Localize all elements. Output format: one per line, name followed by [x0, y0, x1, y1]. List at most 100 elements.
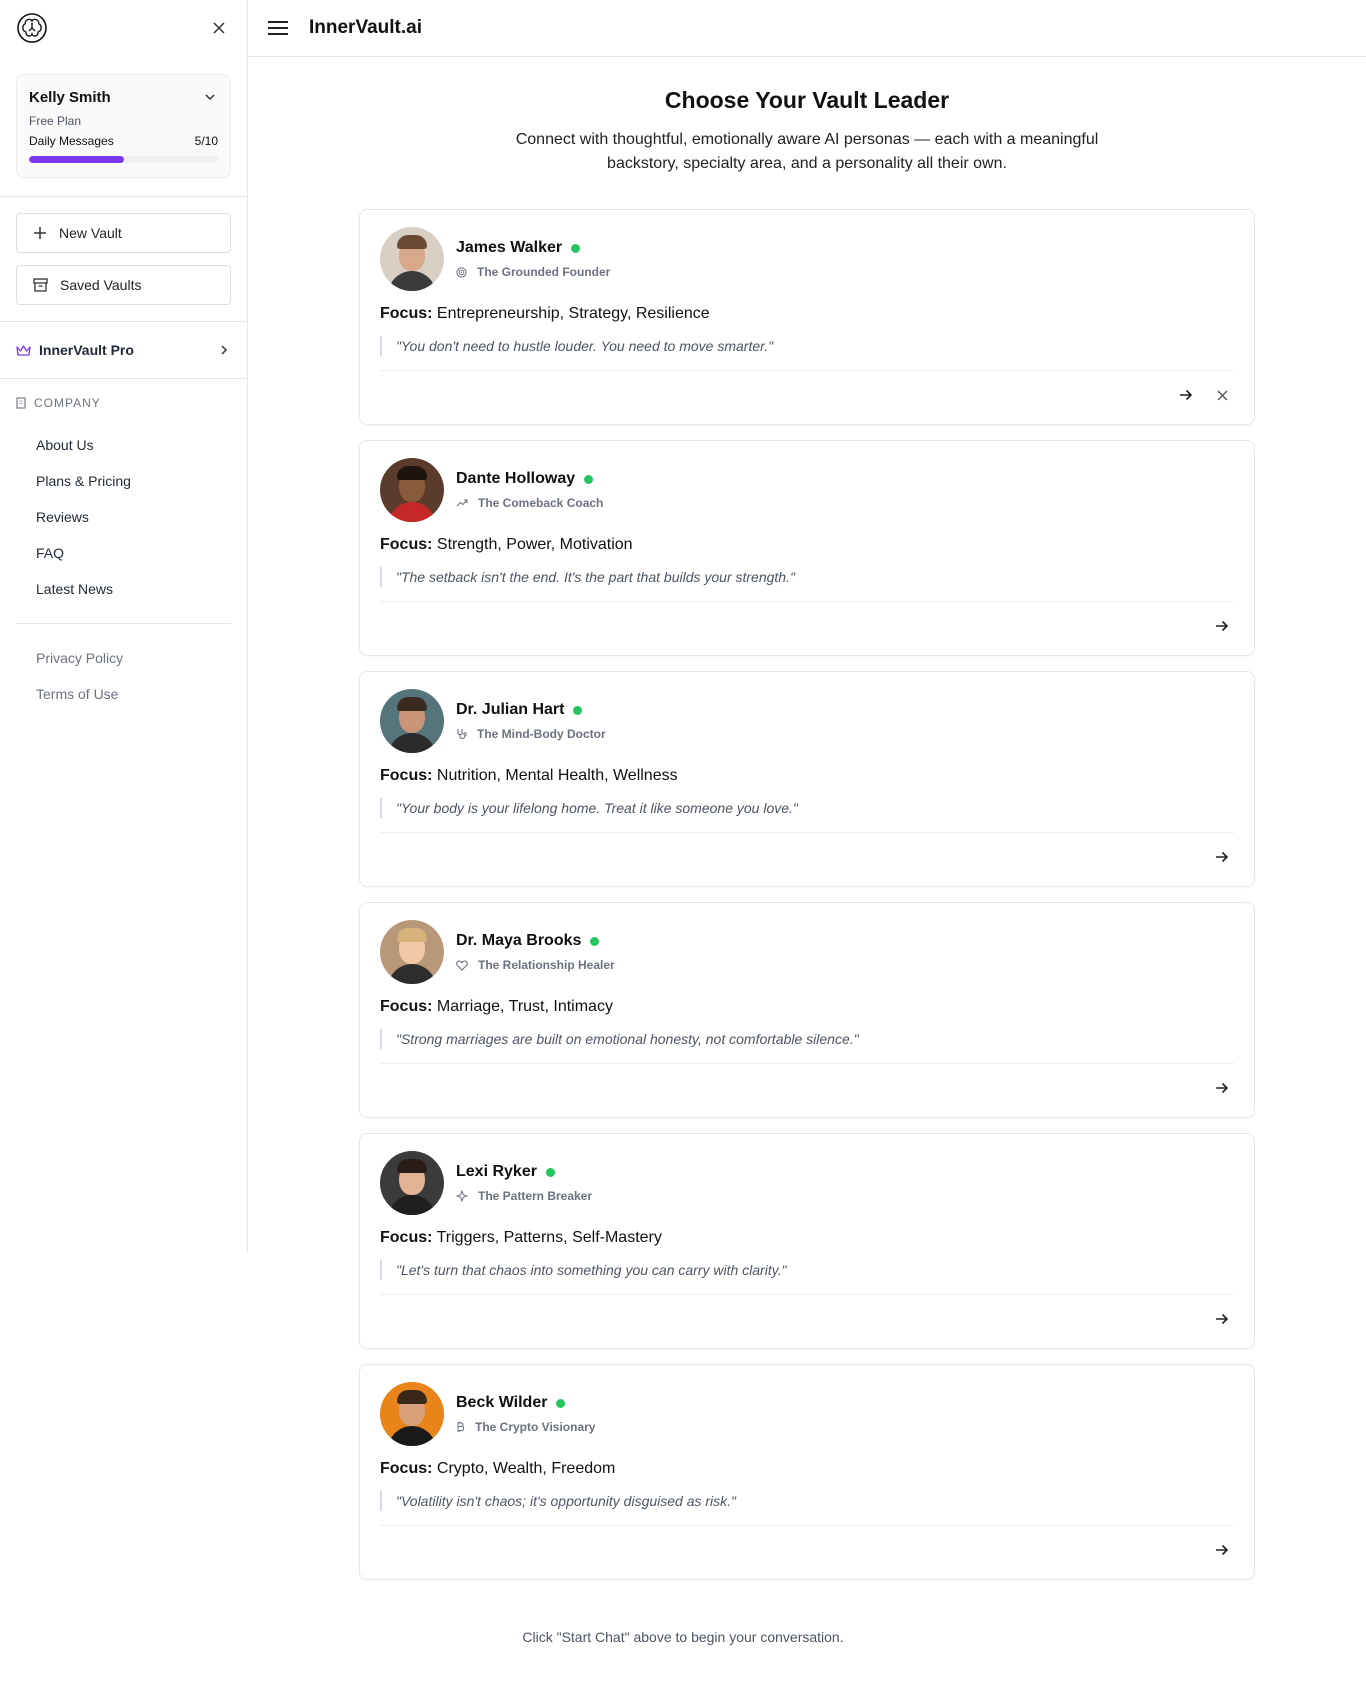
persona-title-row: The Mind-Body Doctor [456, 727, 606, 741]
nav-latest-news[interactable]: Latest News [0, 571, 247, 607]
card-actions [380, 833, 1234, 881]
persona-title-row: The Relationship Healer [456, 958, 615, 972]
persona-focus: Focus: Crypto, Wealth, Freedom [380, 1460, 1234, 1478]
footer-note: Click "Start Chat" above to begin your c… [522, 1629, 844, 1645]
bitcoin-icon [456, 1421, 470, 1433]
nav-faq[interactable]: FAQ [0, 535, 247, 571]
persona-quote: "Your body is your lifelong home. Treat … [380, 798, 1234, 818]
menu-icon[interactable] [266, 16, 290, 40]
persona-info: James Walker The Grounded Founder [456, 239, 610, 279]
start-chat-arrow-icon[interactable] [1210, 1538, 1234, 1562]
daily-messages-progress [29, 156, 218, 163]
persona-list: James Walker The Grounded Founder Focus:… [359, 209, 1255, 1595]
card-actions [380, 371, 1234, 419]
start-chat-arrow-icon[interactable] [1210, 1076, 1234, 1100]
nav-terms-of-use[interactable]: Terms of Use [0, 676, 247, 712]
close-sidebar-icon[interactable] [209, 18, 229, 38]
saved-vaults-label: Saved Vaults [60, 277, 142, 293]
persona-title: The Mind-Body Doctor [477, 727, 606, 741]
persona-title-row: The Comeback Coach [456, 496, 603, 510]
focus-value: Marriage, Trust, Intimacy [436, 998, 613, 1015]
persona-header: Dante Holloway The Comeback Coach [380, 458, 1234, 522]
user-card[interactable]: Kelly Smith Free Plan Daily Messages 5/1… [16, 74, 231, 178]
persona-title: The Pattern Breaker [478, 1189, 593, 1203]
persona-name-row: Dr. Maya Brooks [456, 932, 615, 950]
persona-title: The Comeback Coach [478, 496, 604, 510]
focus-value: Crypto, Wealth, Freedom [436, 1460, 616, 1477]
start-chat-arrow-icon[interactable] [1210, 1307, 1234, 1331]
focus-label: Focus: [380, 305, 433, 322]
persona-header: Dr. Maya Brooks The Relationship Healer [380, 920, 1234, 984]
card-actions [380, 1295, 1234, 1343]
sidebar-top [0, 0, 247, 56]
persona-quote: "Strong marriages are built on emotional… [380, 1029, 1234, 1049]
persona-quote: "You don't need to hustle louder. You ne… [380, 336, 1234, 356]
nav-privacy-policy[interactable]: Privacy Policy [0, 640, 247, 676]
card-actions [380, 1064, 1234, 1112]
persona-quote: "The setback isn't the end. It's the par… [380, 567, 1234, 587]
trending-up-icon [456, 498, 473, 508]
plus-icon [34, 227, 46, 239]
new-vault-button[interactable]: New Vault [16, 213, 231, 253]
focus-label: Focus: [380, 1460, 433, 1477]
online-status-dot [573, 705, 583, 715]
persona-focus: Focus: Entrepreneurship, Strategy, Resil… [380, 305, 1234, 323]
nav-about-us[interactable]: About Us [0, 427, 247, 463]
page-title: Choose Your Vault Leader [664, 87, 950, 113]
persona-info: Dante Holloway The Comeback Coach [456, 470, 603, 510]
heart-icon [456, 959, 473, 971]
chevron-right-icon [221, 345, 228, 355]
persona-card[interactable]: Lexi Ryker The Pattern Breaker Focus: Tr… [359, 1133, 1255, 1349]
persona-title-row: The Crypto Visionary [456, 1420, 595, 1434]
persona-header: Dr. Julian Hart The Mind-Body Doctor [380, 689, 1234, 753]
persona-card[interactable]: James Walker The Grounded Founder Focus:… [359, 209, 1255, 425]
building-icon [16, 397, 26, 409]
avatar [380, 1151, 444, 1215]
persona-name: Dante Holloway [456, 470, 576, 487]
persona-card[interactable]: Dante Holloway The Comeback Coach Focus:… [359, 440, 1255, 656]
persona-name: Lexi Ryker [456, 1163, 537, 1180]
stethoscope-icon [456, 728, 472, 740]
online-status-dot [545, 1167, 555, 1177]
plan-label: Free Plan [29, 114, 82, 128]
persona-title: The Grounded Founder [477, 265, 611, 279]
target-icon [456, 266, 472, 278]
persona-card[interactable]: Dr. Julian Hart The Mind-Body Doctor Foc… [359, 671, 1255, 887]
persona-name-row: Dante Holloway [456, 470, 603, 488]
page-subtitle: Connect with thoughtful, emotionally awa… [515, 131, 1099, 172]
brain-logo-icon[interactable] [16, 12, 48, 44]
persona-focus: Focus: Triggers, Patterns, Self-Mastery [380, 1229, 1234, 1247]
nav-plans-pricing[interactable]: Plans & Pricing [0, 463, 247, 499]
persona-info: Beck Wilder The Crypto Visionary [456, 1394, 595, 1434]
persona-focus: Focus: Nutrition, Mental Health, Wellnes… [380, 767, 1234, 785]
persona-name-row: Lexi Ryker [456, 1163, 592, 1181]
persona-focus: Focus: Marriage, Trust, Intimacy [380, 998, 1234, 1016]
card-actions [380, 1526, 1234, 1574]
persona-title: The Crypto Visionary [475, 1420, 596, 1434]
saved-vaults-button[interactable]: Saved Vaults [16, 265, 231, 305]
avatar [380, 227, 444, 291]
user-name: Kelly Smith [29, 89, 111, 106]
persona-card[interactable]: Beck Wilder The Crypto Visionary Focus: … [359, 1364, 1255, 1580]
divider [0, 196, 247, 197]
dismiss-close-icon[interactable] [1210, 383, 1234, 407]
persona-name-row: Dr. Julian Hart [456, 701, 606, 719]
persona-name: James Walker [456, 239, 563, 256]
persona-title-row: The Pattern Breaker [456, 1189, 592, 1203]
start-chat-arrow-icon[interactable] [1210, 845, 1234, 869]
avatar [380, 920, 444, 984]
innervault-pro-link[interactable]: InnerVault Pro [0, 322, 247, 378]
nav-reviews[interactable]: Reviews [0, 499, 247, 535]
persona-name: Beck Wilder [456, 1394, 548, 1411]
chevron-down-icon[interactable] [204, 91, 216, 103]
persona-info: Dr. Maya Brooks The Relationship Healer [456, 932, 615, 972]
online-status-dot [584, 474, 594, 484]
persona-header: Lexi Ryker The Pattern Breaker [380, 1151, 1234, 1215]
persona-card[interactable]: Dr. Maya Brooks The Relationship Healer … [359, 902, 1255, 1118]
start-chat-arrow-icon[interactable] [1210, 614, 1234, 638]
online-status-dot [590, 936, 600, 946]
daily-messages-label: Daily Messages [29, 134, 114, 148]
persona-header: Beck Wilder The Crypto Visionary [380, 1382, 1234, 1446]
persona-quote: "Let's turn that chaos into something yo… [380, 1260, 1234, 1280]
start-chat-arrow-icon[interactable] [1174, 383, 1198, 407]
